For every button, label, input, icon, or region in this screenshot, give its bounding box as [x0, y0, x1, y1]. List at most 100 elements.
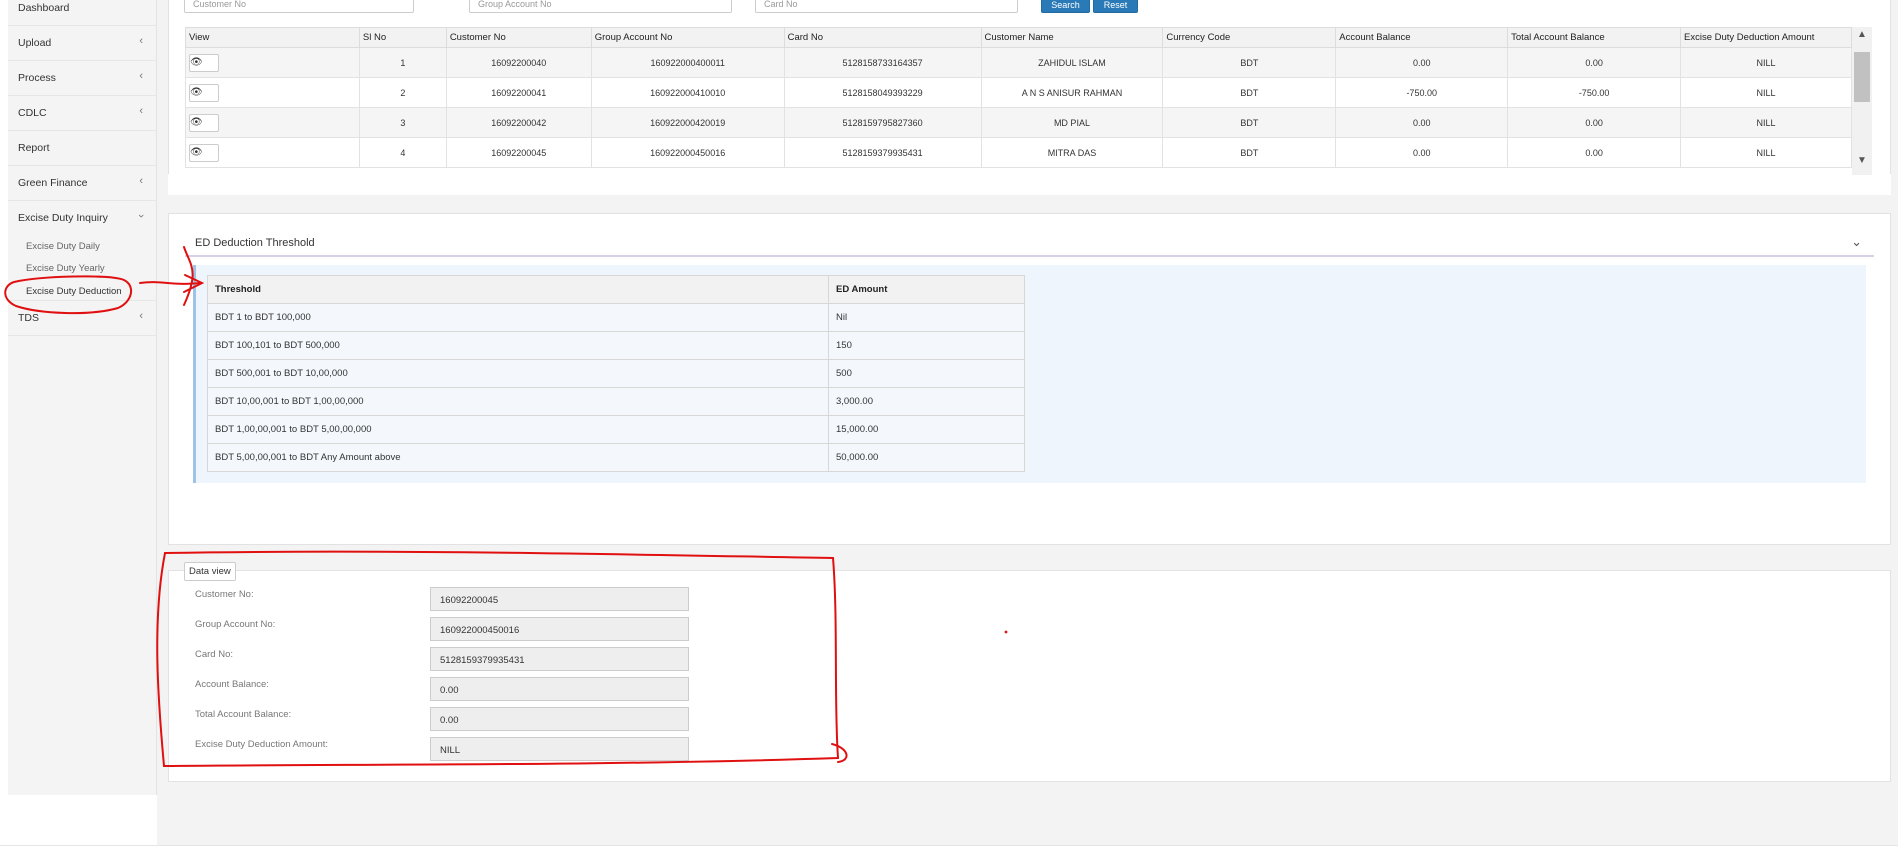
column-header-currency-code[interactable]: Currency Code: [1162, 27, 1337, 48]
scroll-up-icon[interactable]: ▲: [1857, 29, 1867, 40]
vertical-scrollbar[interactable]: ▲ ▼: [1852, 27, 1872, 175]
eye-icon[interactable]: 👁: [189, 53, 219, 72]
sidebar-item-label: Upload: [18, 37, 52, 49]
group-account-no-field[interactable]: 160922000450016: [430, 617, 689, 641]
cell-customer-no: 16092200041: [445, 77, 592, 108]
table-row: BDT 1 to BDT 100,000 Nil: [207, 303, 1025, 332]
left-margin: [0, 0, 8, 845]
cell-card-no: 5128158049393229: [783, 77, 982, 108]
data-view-legend: Data view: [184, 562, 236, 581]
sidebar-item-report[interactable]: Report: [8, 131, 157, 166]
cell-card-no: 5128158733164357: [783, 47, 982, 78]
cell-deduction: NILL: [1680, 107, 1852, 138]
column-header-customer-no[interactable]: Customer No: [445, 27, 592, 48]
cell-customer-name: MD PIAL: [980, 107, 1164, 138]
card-no-field[interactable]: 5128159379935431: [430, 647, 689, 671]
cell-group-account-no: 160922000450016: [590, 137, 785, 168]
table-row: BDT 1,00,00,001 to BDT 5,00,00,000 15,000…: [207, 415, 1025, 444]
column-header-card-no[interactable]: Card No: [783, 27, 982, 48]
cell-ed-amount: 3,000.00: [828, 387, 1025, 416]
scrollbar-thumb[interactable]: [1854, 52, 1870, 102]
cell-total-balance: 0.00: [1507, 137, 1682, 168]
chevron-left-icon: ‹: [139, 70, 143, 82]
table-row[interactable]: 👁 4 16092200045 160922000450016 51281593…: [185, 137, 1852, 168]
group-account-input[interactable]: Group Account No: [469, 0, 732, 13]
cell-group-account-no: 160922000420019: [590, 107, 785, 138]
sidebar-subitem-excise-duty-yearly[interactable]: Excise Duty Yearly: [26, 263, 105, 274]
cell-customer-name: MITRA DAS: [980, 137, 1164, 168]
customer-no-input[interactable]: Customer No: [184, 0, 414, 13]
column-header-threshold: Threshold: [207, 275, 829, 304]
table-row[interactable]: 👁 3 16092200042 160922000420019 51281597…: [185, 107, 1852, 138]
cell-ed-amount: 50,000.00: [828, 443, 1025, 472]
sidebar-item-label: Report: [18, 142, 50, 154]
column-header-customer-name[interactable]: Customer Name: [980, 27, 1164, 48]
cell-ed-amount: 500: [828, 359, 1025, 388]
eye-icon[interactable]: 👁: [189, 143, 219, 162]
column-header-group-account-no[interactable]: Group Account No: [590, 27, 785, 48]
group-account-no-label: Group Account No:: [195, 619, 276, 630]
cell-account-balance: -750.00: [1335, 77, 1509, 108]
sidebar-item-tds[interactable]: TDS ‹: [8, 301, 157, 336]
total-account-balance-field[interactable]: 0.00: [430, 707, 689, 731]
table-row: BDT 100,101 to BDT 500,000 150: [207, 331, 1025, 360]
cell-deduction: NILL: [1680, 77, 1852, 108]
results-table: View Sl No Customer No Group Account No …: [185, 27, 1852, 168]
eye-icon[interactable]: 👁: [189, 113, 219, 132]
table-row[interactable]: 👁 1 16092200040 160922000400011 51281587…: [185, 47, 1852, 78]
cell-total-balance: 0.00: [1507, 47, 1682, 78]
cell-threshold: BDT 5,00,00,001 to BDT Any Amount above: [207, 443, 829, 472]
eye-icon[interactable]: 👁: [189, 83, 219, 102]
sidebar-item-label: Dashboard: [18, 2, 70, 14]
cell-customer-name: A N S ANISUR RAHMAN: [980, 77, 1164, 108]
sidebar-item-process[interactable]: Process ‹: [8, 61, 157, 96]
sidebar-item-cdlc[interactable]: CDLC ‹: [8, 96, 157, 131]
sidebar: Dashboard Upload ‹ Process ‹ CDLC ‹ Repo…: [8, 0, 157, 795]
cell-currency: BDT: [1162, 77, 1337, 108]
search-button[interactable]: Search: [1041, 0, 1090, 13]
cell-threshold: BDT 1 to BDT 100,000: [207, 303, 829, 332]
column-header-total-account-balance[interactable]: Total Account Balance: [1507, 27, 1682, 48]
cell-threshold: BDT 1,00,00,001 to BDT 5,00,00,000: [207, 415, 829, 444]
sidebar-item-green-finance[interactable]: Green Finance ‹: [8, 166, 157, 201]
cell-customer-no: 16092200045: [445, 137, 592, 168]
reset-button[interactable]: Reset: [1093, 0, 1138, 13]
cell-sl-no: 2: [358, 77, 447, 108]
excise-duty-deduction-field[interactable]: NILL: [430, 737, 689, 761]
sidebar-item-label: Green Finance: [18, 177, 88, 189]
cell-card-no: 5128159379935431: [783, 137, 982, 168]
account-balance-field[interactable]: 0.00: [430, 677, 689, 701]
cell-account-balance: 0.00: [1335, 137, 1509, 168]
customer-no-field[interactable]: 16092200045: [430, 587, 689, 611]
threshold-section-header[interactable]: ED Deduction Threshold ⌄: [185, 227, 1874, 257]
cell-group-account-no: 160922000400011: [590, 47, 785, 78]
table-row: BDT 5,00,00,001 to BDT Any Amount above 5…: [207, 443, 1025, 472]
sidebar-item-upload[interactable]: Upload ‹: [8, 26, 157, 61]
cell-ed-amount: 150: [828, 331, 1025, 360]
chevron-down-icon[interactable]: ⌄: [1851, 234, 1862, 250]
scroll-down-icon[interactable]: ▼: [1857, 155, 1867, 166]
column-header-excise-duty-deduction[interactable]: Excise Duty Deduction Amount: [1680, 27, 1852, 48]
cell-threshold: BDT 500,001 to BDT 10,00,000: [207, 359, 829, 388]
cell-threshold: BDT 100,101 to BDT 500,000: [207, 331, 829, 360]
account-balance-label: Account Balance:: [195, 679, 269, 690]
table-row[interactable]: 👁 2 16092200041 160922000410010 51281580…: [185, 77, 1852, 108]
cell-deduction: NILL: [1680, 137, 1852, 168]
cell-card-no: 5128159795827360: [783, 107, 982, 138]
card-no-input[interactable]: Card No: [755, 0, 1018, 13]
sidebar-item-dashboard[interactable]: Dashboard: [8, 0, 157, 26]
threshold-table: Threshold ED Amount BDT 1 to BDT 100,000…: [207, 275, 1025, 472]
cell-account-balance: 0.00: [1335, 107, 1509, 138]
sidebar-item-label: CDLC: [18, 107, 47, 119]
sidebar-subitem-excise-duty-deduction[interactable]: Excise Duty Deduction: [26, 286, 122, 297]
column-header-view[interactable]: View: [185, 27, 360, 48]
threshold-title: ED Deduction Threshold: [195, 237, 315, 249]
table-header-row: Threshold ED Amount: [207, 275, 1025, 304]
cell-ed-amount: 15,000.00: [828, 415, 1025, 444]
column-header-sl-no[interactable]: Sl No: [358, 27, 447, 48]
total-account-balance-label: Total Account Balance:: [195, 709, 292, 720]
column-header-account-balance[interactable]: Account Balance: [1335, 27, 1509, 48]
cell-total-balance: 0.00: [1507, 107, 1682, 138]
sidebar-item-excise-duty-inquiry[interactable]: Excise Duty Inquiry › Excise Duty Daily …: [8, 201, 157, 301]
sidebar-subitem-excise-duty-daily[interactable]: Excise Duty Daily: [26, 241, 100, 252]
